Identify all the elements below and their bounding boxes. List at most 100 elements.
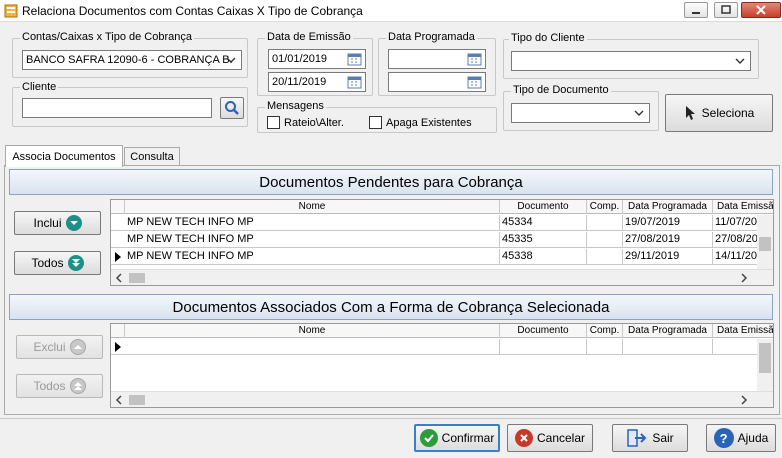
confirmar-button[interactable]: Confirmar — [414, 424, 500, 452]
apaga-check-box[interactable] — [369, 116, 382, 129]
cancelar-label: Cancelar — [536, 431, 586, 445]
header-indicator — [111, 200, 125, 214]
col-data-programada[interactable]: Data Programada — [623, 324, 713, 338]
seleciona-button[interactable]: Seleciona — [665, 94, 773, 132]
tab-associa-documentos[interactable]: Associa Documentos — [5, 145, 123, 167]
minimize-button[interactable] — [684, 2, 708, 18]
inclui-button[interactable]: Inclui — [14, 211, 101, 235]
chevron-left-icon[interactable] — [114, 273, 124, 283]
inclui-label: Inclui — [33, 216, 62, 230]
cell-programada: 19/07/2019 — [623, 215, 713, 231]
rateio-check-box[interactable] — [267, 116, 280, 129]
chevron-down-icon — [735, 58, 745, 64]
table-row[interactable]: MP NEW TECH INFO MP 45338 29/11/2019 14/… — [111, 249, 773, 265]
chevron-down-icon — [634, 110, 644, 116]
table-row[interactable] — [111, 339, 773, 355]
table-row[interactable]: MP NEW TECH INFO MP 45335 27/08/2019 27/… — [111, 232, 773, 248]
col-comp[interactable]: Comp. — [587, 324, 623, 338]
cell-emissao — [713, 339, 759, 355]
minimize-icon — [692, 12, 700, 14]
chevron-right-icon[interactable] — [739, 273, 749, 283]
confirmar-label: Confirmar — [441, 431, 495, 445]
hscroll-thumb[interactable] — [129, 395, 145, 405]
cancelar-button[interactable]: Cancelar — [507, 424, 593, 452]
app-icon — [4, 4, 18, 18]
emissao-label: Data de Emissão — [265, 31, 353, 43]
cell-nome: MP NEW TECH INFO MP — [125, 249, 500, 265]
check-circle-icon — [419, 429, 438, 447]
close-icon — [756, 5, 766, 15]
emissao-from-field[interactable]: 01/01/2019 — [268, 49, 366, 69]
calendar-icon — [467, 76, 482, 89]
apaga-label: Apaga Existentes — [386, 116, 472, 129]
programada-from-field[interactable] — [388, 49, 486, 69]
arrow-up-circle-icon — [69, 339, 86, 355]
cell-nome — [125, 339, 500, 355]
tipo-doc-combo[interactable] — [511, 103, 650, 123]
exit-door-icon — [627, 429, 647, 447]
col-data-emissao[interactable]: Data Emissão — [713, 324, 773, 338]
associados-hscroll[interactable] — [111, 391, 773, 407]
tab-label: Associa Documentos — [12, 150, 116, 163]
associados-grid[interactable]: Nome Documento Comp. Data Programada Dat… — [110, 323, 774, 408]
programada-to-field[interactable] — [388, 72, 486, 92]
contas-label: Contas/Caixas x Tipo de Cobrança — [20, 31, 194, 43]
rateio-checkbox[interactable]: Rateio\Alter. — [267, 116, 344, 129]
todos-exclude-label: Todos — [33, 379, 66, 393]
programada-label: Data Programada — [386, 31, 477, 43]
pendentes-hscroll[interactable] — [111, 269, 773, 285]
action-bar: Confirmar Cancelar Sair ? Ajuda — [0, 418, 782, 458]
col-documento[interactable]: Documento — [500, 200, 587, 214]
cell-nome: MP NEW TECH INFO MP — [125, 232, 500, 248]
calendar-icon — [467, 53, 482, 66]
vscroll-thumb[interactable] — [759, 237, 771, 251]
cell-documento: 45338 — [500, 249, 587, 265]
exclui-button[interactable]: Exclui — [16, 335, 103, 359]
ajuda-label: Ajuda — [737, 431, 769, 445]
tab-consulta[interactable]: Consulta — [124, 147, 180, 165]
seleciona-label: Seleciona — [701, 106, 755, 120]
maximize-button[interactable] — [714, 2, 738, 18]
pendentes-vscroll[interactable] — [757, 215, 773, 269]
cell-documento — [500, 339, 587, 355]
tipo-cliente-combo[interactable] — [511, 51, 751, 71]
emissao-to-field[interactable]: 20/11/2019 — [268, 72, 366, 92]
row-indicator — [111, 215, 125, 231]
close-button[interactable] — [741, 2, 781, 18]
rateio-label: Rateio\Alter. — [284, 116, 344, 129]
cancel-circle-icon — [514, 429, 533, 447]
col-nome[interactable]: Nome — [125, 324, 500, 338]
chevron-left-icon[interactable] — [114, 395, 124, 405]
hscroll-thumb[interactable] — [129, 273, 145, 283]
pendentes-grid[interactable]: Nome Documento Comp. Data Programada Dat… — [110, 199, 774, 286]
calendar-icon — [347, 76, 362, 89]
col-documento[interactable]: Documento — [500, 324, 587, 338]
col-nome[interactable]: Nome — [125, 200, 500, 214]
arrow-down-circle-icon — [65, 215, 82, 231]
calendar-icon — [347, 53, 362, 66]
cell-comp — [587, 249, 623, 265]
exclui-label: Exclui — [33, 340, 66, 354]
emissao-from-value: 01/01/2019 — [272, 53, 328, 65]
ajuda-button[interactable]: ? Ajuda — [706, 424, 776, 452]
table-row[interactable]: MP NEW TECH INFO MP 45334 19/07/2019 11/… — [111, 215, 773, 231]
col-comp[interactable]: Comp. — [587, 200, 623, 214]
cliente-input[interactable] — [22, 98, 212, 118]
contas-combo[interactable]: BANCO SAFRA 12090-6 - COBRANÇA B. — [22, 50, 242, 70]
col-data-programada[interactable]: Data Programada — [623, 200, 713, 214]
maximize-icon — [721, 5, 731, 14]
associados-title: Documentos Associados Com a Forma de Cob… — [172, 298, 610, 316]
mensagens-label: Mensagens — [265, 100, 326, 112]
apaga-checkbox[interactable]: Apaga Existentes — [369, 116, 472, 129]
cell-programada: 29/11/2019 — [623, 249, 713, 265]
associados-vscroll[interactable] — [757, 339, 773, 391]
col-data-emissao[interactable]: Data Emissão — [713, 200, 773, 214]
chevron-right-icon[interactable] — [739, 395, 749, 405]
cliente-search-button[interactable] — [220, 97, 244, 119]
associados-header: Documentos Associados Com a Forma de Cob… — [9, 294, 773, 320]
tab-label: Consulta — [130, 150, 174, 163]
sair-button[interactable]: Sair — [612, 424, 688, 452]
todos-exclude-button[interactable]: Todos — [16, 374, 103, 398]
todos-include-button[interactable]: Todos — [14, 251, 101, 275]
vscroll-thumb[interactable] — [759, 343, 771, 373]
